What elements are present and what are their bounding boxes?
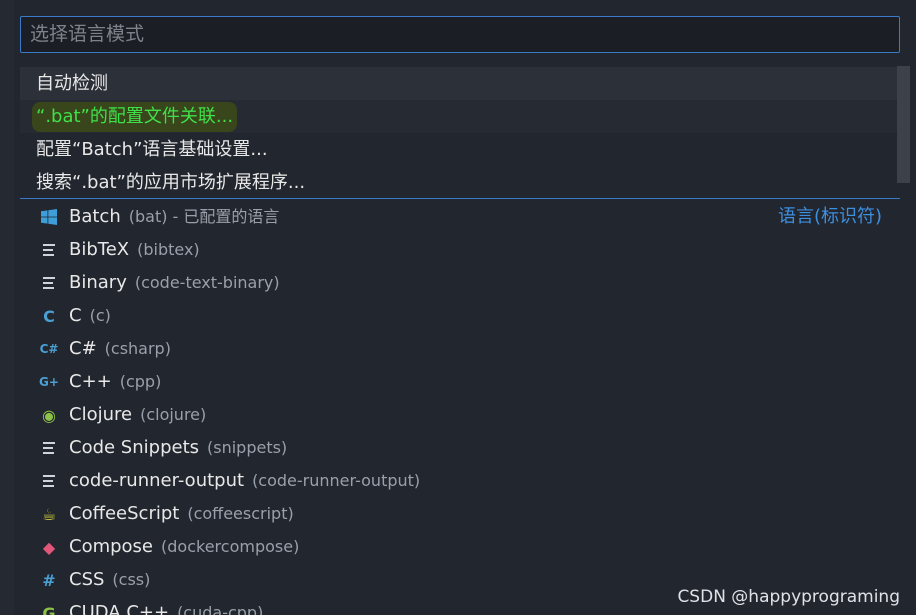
language-item[interactable]: G+ C++ (cpp) <box>20 365 900 398</box>
windows-icon <box>40 208 58 226</box>
action-search-marketplace[interactable]: 搜索“.bat”的应用市场扩展程序... <box>20 166 897 199</box>
language-text: C (c) <box>69 299 111 332</box>
language-item[interactable]: C C (c) <box>20 299 900 332</box>
language-text: CUDA C++ (cuda-cpp) <box>69 596 263 615</box>
cpp-icon: G+ <box>39 374 59 389</box>
clojure-icon: ◉ <box>42 405 56 425</box>
language-label: CoffeeScript <box>69 503 180 524</box>
language-identifier: (c) <box>89 306 111 325</box>
lines-icon <box>40 241 58 259</box>
action-label: 搜索“.bat”的应用市场扩展程序... <box>36 172 306 193</box>
language-text: code-runner-output (code-runner-output) <box>69 464 420 497</box>
language-label: C++ <box>69 371 112 392</box>
language-item[interactable]: Binary (code-text-binary) <box>20 266 900 299</box>
language-label: CSS <box>69 569 105 590</box>
language-identifier: (code-runner-output) <box>252 471 421 490</box>
language-label: BibTeX <box>69 239 130 260</box>
language-item[interactable]: ◉ Clojure (clojure) <box>20 398 900 431</box>
language-identifier: (cuda-cpp) <box>177 603 264 615</box>
language-identifier: (cpp) <box>119 372 162 391</box>
action-label: “.bat”的配置文件关联... <box>32 102 238 132</box>
language-item[interactable]: Batch (bat) - 已配置的语言 语言(标识符) <box>20 200 900 233</box>
language-label: Clojure <box>69 404 133 425</box>
language-label: Code Snippets <box>69 437 199 458</box>
lines-icon <box>40 439 58 457</box>
language-text: Binary (code-text-binary) <box>69 266 280 299</box>
language-identifier: (bibtex) <box>137 240 200 259</box>
c-icon: C <box>43 306 55 326</box>
language-item[interactable]: C# C# (csharp) <box>20 332 900 365</box>
language-identifier: (bat) - 已配置的语言 <box>128 207 280 226</box>
search-input[interactable]: 选择语言模式 <box>20 16 900 53</box>
language-item[interactable]: ◆ Compose (dockercompose) <box>20 530 900 563</box>
watermark: CSDN @happyprograming <box>677 587 900 607</box>
hash-icon: # <box>42 570 56 590</box>
language-text: CoffeeScript (coffeescript) <box>69 497 294 530</box>
language-label: Batch <box>69 206 121 227</box>
language-text: C++ (cpp) <box>69 365 161 398</box>
language-text: Clojure (clojure) <box>69 398 206 431</box>
action-configure-settings[interactable]: 配置“Batch”语言基础设置... <box>20 133 897 166</box>
language-label: Compose <box>69 536 154 557</box>
language-label: CUDA C++ <box>69 602 170 615</box>
docker-icon: ◆ <box>42 537 56 557</box>
language-identifier: (css) <box>112 570 151 589</box>
action-file-association[interactable]: “.bat”的配置文件关联... <box>20 100 897 133</box>
language-label: C# <box>69 338 97 359</box>
language-identifier: (code-text-binary) <box>134 273 280 292</box>
coffee-icon: ☕ <box>41 504 57 524</box>
language-text: Code Snippets (snippets) <box>69 431 287 464</box>
language-item[interactable]: ☕ CoffeeScript (coffeescript) <box>20 497 900 530</box>
scrollbar-thumb[interactable] <box>897 66 910 183</box>
language-text: Compose (dockercompose) <box>69 530 299 563</box>
editor-gutter <box>0 0 14 615</box>
language-identifier: (clojure) <box>140 405 207 424</box>
language-text: CSS (css) <box>69 563 150 596</box>
language-label: C <box>69 305 82 326</box>
language-item[interactable]: Code Snippets (snippets) <box>20 431 900 464</box>
action-label: 自动检测 <box>36 73 108 94</box>
language-text: C# (csharp) <box>69 332 171 365</box>
language-identifier: (csharp) <box>104 339 171 358</box>
language-text: BibTeX (bibtex) <box>69 233 200 266</box>
language-label: code-runner-output <box>69 470 245 491</box>
action-label: 配置“Batch”语言基础设置... <box>36 139 268 160</box>
lines-icon <box>40 472 58 490</box>
group-label: 语言(标识符) <box>777 206 882 227</box>
language-mode-picker: 选择语言模式 自动检测 “.bat”的配置文件关联... 配置“Batch”语言… <box>0 0 916 615</box>
language-item[interactable]: code-runner-output (code-runner-output) <box>20 464 900 497</box>
list-separator <box>20 198 900 199</box>
language-item[interactable]: BibTeX (bibtex) <box>20 233 900 266</box>
csharp-icon: C# <box>39 341 59 356</box>
language-label: Binary <box>69 272 127 293</box>
lines-icon <box>40 274 58 292</box>
cuda-icon: G <box>42 603 56 615</box>
language-identifier: (coffeescript) <box>187 504 294 523</box>
language-identifier: (dockercompose) <box>161 537 300 556</box>
language-text: Batch (bat) - 已配置的语言 <box>69 200 279 233</box>
action-auto-detect[interactable]: 自动检测 <box>20 67 897 100</box>
language-identifier: (snippets) <box>207 438 288 457</box>
